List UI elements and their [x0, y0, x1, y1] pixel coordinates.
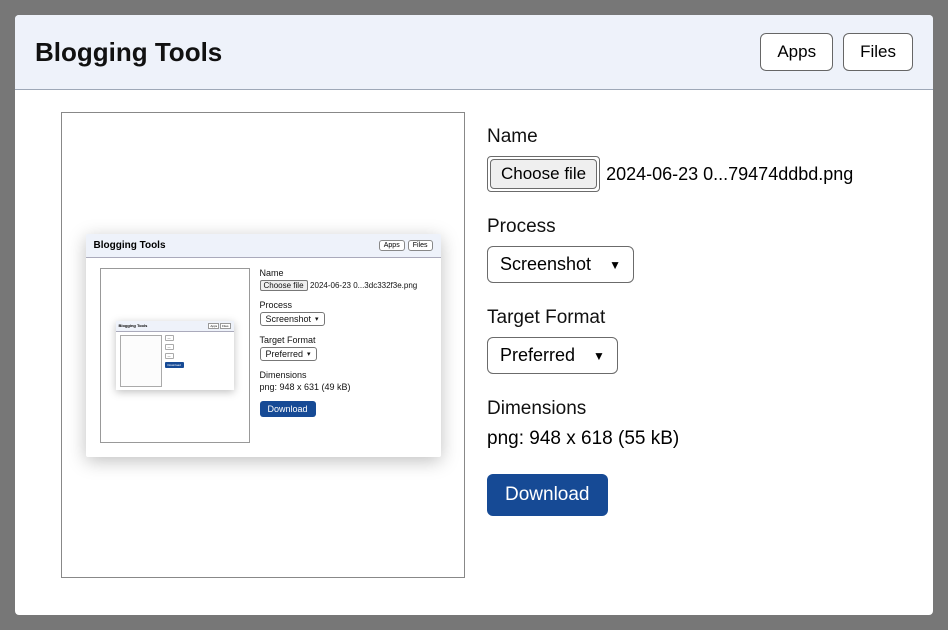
- choose-file-button[interactable]: Choose file: [490, 159, 597, 189]
- app-window: Blogging Tools Apps Files Blogging Tools…: [15, 15, 933, 615]
- page-title: Blogging Tools: [35, 37, 222, 68]
- thumb-download-button: Download: [260, 401, 316, 417]
- chevron-down-icon: ▼: [593, 349, 605, 363]
- chevron-down-icon: ▼: [609, 258, 621, 272]
- process-select[interactable]: Screenshot ▼: [487, 246, 634, 283]
- thumb-name-label: Name: [260, 268, 427, 278]
- thumb-format-label: Target Format: [260, 335, 427, 345]
- thumb-filename: 2024-06-23 0...3dc332f3e.png: [310, 281, 417, 290]
- thumb-dims-label: Dimensions: [260, 370, 427, 380]
- main: Blogging Tools Apps Files Blogging Tools: [15, 90, 933, 600]
- thumb-process-label: Process: [260, 300, 427, 310]
- form-panel: Name Choose file 2024-06-23 0...79474ddb…: [487, 112, 887, 578]
- thumb-apps-button: Apps: [379, 240, 405, 251]
- thumb2-download: Download: [165, 362, 184, 368]
- thumb2-title: Blogging Tools: [119, 323, 148, 329]
- thumb2-files: Files: [220, 323, 230, 329]
- thumb-dims-value: png: 948 x 631 (49 kB): [260, 382, 427, 392]
- preview-thumbnail: Blogging Tools Apps Files Blogging Tools: [86, 234, 441, 457]
- name-label: Name: [487, 126, 887, 148]
- files-button[interactable]: Files: [843, 33, 913, 71]
- apps-button[interactable]: Apps: [760, 33, 833, 71]
- dimensions-label: Dimensions: [487, 398, 887, 420]
- thumb-format-select: Preferred: [260, 347, 317, 361]
- header: Blogging Tools Apps Files: [15, 15, 933, 90]
- thumb-files-button: Files: [408, 240, 433, 251]
- format-label: Target Format: [487, 307, 887, 329]
- thumb-process-select: Screenshot: [260, 312, 325, 326]
- dimensions-value: png: 948 x 618 (55 kB): [487, 428, 887, 450]
- process-label: Process: [487, 216, 887, 238]
- thumb-choose-file: Choose file: [260, 280, 308, 291]
- thumb-title: Blogging Tools: [94, 240, 166, 251]
- thumb2-apps: Apps: [208, 323, 219, 329]
- download-button[interactable]: Download: [487, 474, 608, 516]
- process-select-value: Screenshot: [500, 254, 591, 275]
- format-select-value: Preferred: [500, 345, 575, 366]
- header-buttons: Apps Files: [760, 33, 913, 71]
- preview-pane: Blogging Tools Apps Files Blogging Tools: [61, 112, 465, 578]
- selected-filename: 2024-06-23 0...79474ddbd.png: [606, 164, 853, 185]
- format-select[interactable]: Preferred ▼: [487, 337, 618, 374]
- preview-thumbnail-inner: Blogging Tools Apps Files — —: [116, 321, 234, 390]
